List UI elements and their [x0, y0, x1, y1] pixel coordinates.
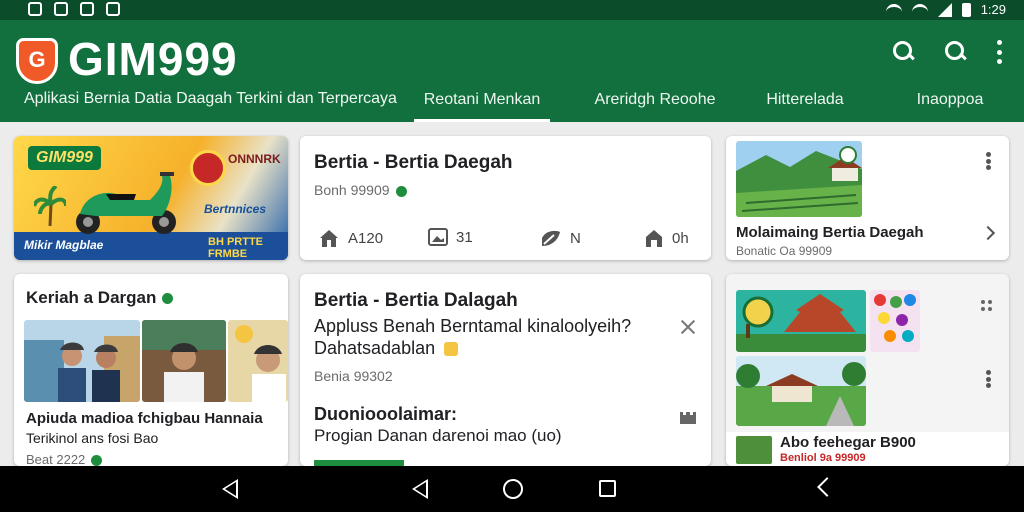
- wifi-icon: [911, 3, 928, 16]
- signal-icon: [937, 2, 952, 17]
- search-icon[interactable]: [944, 40, 968, 64]
- article-body-1: Appluss Benah Berntamal kinaloolyeih?: [314, 316, 632, 336]
- colorful-image: [870, 290, 920, 352]
- battery-icon: [961, 2, 971, 17]
- leaf-icon: [542, 230, 560, 246]
- palm-tree-icon: [34, 186, 66, 226]
- home-icon: [320, 230, 338, 247]
- home-button-icon[interactable]: [503, 479, 523, 499]
- promo-line-2: BH PRTTE FRMBE: [208, 236, 263, 260]
- house-icon: [646, 230, 662, 247]
- stat-value: 0h: [672, 229, 689, 247]
- village-news-card[interactable]: Molaimaing Bertia Daegah Bonatic Oa 9990…: [726, 136, 1009, 260]
- logo-shield-icon: G: [16, 38, 58, 84]
- promo-badge-icon: [190, 150, 226, 186]
- village-image: [736, 356, 866, 426]
- promo-bottom-text: Mikir Magblae: [24, 238, 104, 252]
- more-options-icon[interactable]: [985, 370, 991, 388]
- tab-inaoppoa[interactable]: Inaoppoa: [890, 82, 1010, 122]
- people-title: Keriah a Dargan: [26, 288, 157, 307]
- notification-icons: [28, 2, 120, 16]
- app-title: GIM999: [68, 33, 238, 85]
- article-body-2: Dahatsadablan: [314, 338, 436, 358]
- search-icon[interactable]: [892, 40, 916, 64]
- article-section-title: Duoniooolaimar:: [314, 404, 457, 424]
- status-bar: 1:29: [0, 0, 1024, 20]
- back-icon[interactable]: [412, 479, 428, 499]
- stat-value: A120: [348, 229, 384, 247]
- people-image: [142, 320, 226, 402]
- people-headline: Apiuda madioa fchigbau Hannaia: [26, 410, 263, 427]
- stat-item[interactable]: N: [540, 228, 581, 248]
- people-image: [24, 320, 140, 402]
- chevron-left-icon[interactable]: [817, 477, 837, 497]
- scooter-icon: [76, 172, 176, 234]
- article-news-card[interactable]: Bertia - Bertia Dalagah Appluss Benah Be…: [300, 274, 711, 466]
- stat-item[interactable]: 31: [428, 228, 473, 246]
- people-meta: Beat 2222: [26, 452, 86, 466]
- article-meta: Benia 99302: [314, 368, 393, 384]
- verified-icon: [162, 293, 174, 305]
- gallery-title: Abo feehegar B900: [780, 434, 916, 451]
- temple-image: [736, 290, 866, 352]
- featured-meta: Bonh 99909: [314, 182, 390, 198]
- app-bar: G GIM999 Aplikasi Bernia Datia Daagah Te…: [0, 20, 1024, 122]
- promo-banner[interactable]: GIM999 ONNNRK Bertnnices BH PRTTE FRMBE …: [14, 136, 288, 260]
- system-navigation-bar: [0, 466, 1024, 512]
- notification-icon: [106, 2, 120, 16]
- gallery-photo-village: [736, 356, 866, 426]
- stat-value: N: [570, 229, 581, 247]
- people-photo-3: [228, 320, 288, 402]
- notification-icon: [54, 2, 68, 16]
- emoji-icon: [444, 342, 459, 357]
- gallery-news-card[interactable]: Abo feehegar B900 Benliol 9a 99909: [726, 274, 1009, 466]
- promo-badge-text: ONNNRK: [228, 152, 281, 166]
- people-image: [228, 320, 288, 402]
- people-photo-2: [142, 320, 226, 402]
- status-time: 1:29: [980, 2, 1006, 17]
- verified-icon: [91, 455, 103, 466]
- gallery-photo-colorful: [870, 290, 920, 352]
- gallery-meta: Benliol 9a 99909: [780, 452, 866, 464]
- tab-areridgh-reoohe[interactable]: Areridgh Reoohe: [570, 82, 740, 122]
- stat-item[interactable]: A120: [318, 228, 383, 248]
- stat-value: 31: [456, 228, 473, 246]
- castle-icon[interactable]: [679, 408, 697, 424]
- tab-hitterelada[interactable]: Hitterelada: [750, 82, 860, 122]
- system-icons: 1:29: [885, 2, 1006, 17]
- chevron-right-icon[interactable]: [980, 225, 996, 241]
- notification-icon: [80, 2, 94, 16]
- gallery-caption-area: Abo feehegar B900 Benliol 9a 99909: [726, 432, 1009, 466]
- image-icon: [428, 228, 448, 246]
- people-subline: Terikinol ans fosi Bao: [26, 430, 159, 446]
- wifi-icon: [885, 3, 902, 16]
- more-options-icon[interactable]: [985, 152, 991, 170]
- stat-item[interactable]: 0h: [644, 228, 689, 248]
- back-icon[interactable]: [222, 479, 238, 499]
- landscape-image: [736, 141, 862, 217]
- more-options-icon[interactable]: [996, 40, 1002, 64]
- people-photo-1: [24, 320, 140, 402]
- promo-line-1: Bertnnices: [204, 202, 267, 216]
- gallery-photo-temple: [736, 290, 866, 352]
- tab-bar: Reotani Menkan Areridgh Reoohe Hitterela…: [414, 82, 1010, 122]
- grid-icon[interactable]: [981, 300, 993, 312]
- close-icon[interactable]: [679, 318, 697, 336]
- people-news-card[interactable]: Keriah a Dargan Apiuda madioa fchigbau H…: [14, 274, 288, 466]
- featured-title: Bertia - Bertia Daegah: [314, 152, 513, 173]
- app-tagline: Aplikasi Bernia Datia Daagah Terkini dan…: [24, 90, 397, 107]
- article-title: Bertia - Bertia Dalagah: [314, 290, 518, 311]
- village-meta: Bonatic Oa 99909: [736, 244, 833, 258]
- notification-icon: [28, 2, 42, 16]
- promo-tag: GIM999: [28, 146, 101, 170]
- gallery-mini-thumbnail: [736, 436, 772, 464]
- app-bar-actions: [892, 40, 1002, 64]
- article-section-body: Progian Danan darenoi mao (uo): [314, 426, 562, 445]
- verified-icon: [395, 185, 407, 197]
- recent-apps-icon[interactable]: [599, 480, 616, 497]
- village-thumbnail: [736, 141, 862, 217]
- village-title: Molaimaing Bertia Daegah: [736, 224, 924, 241]
- tab-reotani-menkan[interactable]: Reotani Menkan: [414, 82, 550, 122]
